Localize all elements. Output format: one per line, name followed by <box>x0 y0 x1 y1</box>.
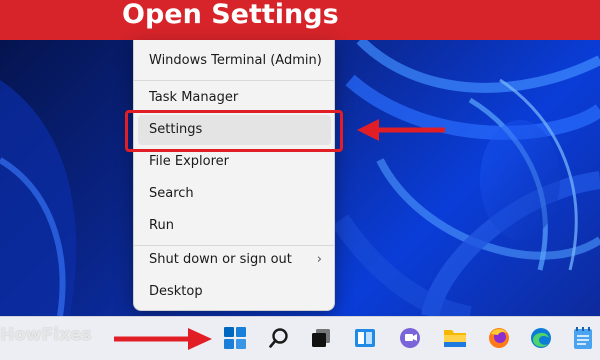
teams-chat-icon[interactable] <box>395 323 425 353</box>
arrow-to-settings-icon <box>357 119 445 141</box>
firefox-icon[interactable] <box>484 323 514 353</box>
task-view-icon[interactable] <box>306 323 336 353</box>
menu-item-label: Task Manager <box>149 90 239 105</box>
menu-item-label: Run <box>149 218 174 233</box>
menu-item-shut-down-or-sign-out[interactable]: Shut down or sign out › <box>138 245 331 275</box>
title-banner: Open Settings <box>0 0 600 40</box>
start-icon[interactable] <box>220 323 250 353</box>
menu-item-label: File Explorer <box>149 154 230 169</box>
edge-icon[interactable] <box>526 323 556 353</box>
notepad-icon[interactable] <box>568 323 598 353</box>
menu-item-label: Shut down or sign out <box>149 252 292 267</box>
chevron-right-icon: › <box>316 252 322 267</box>
start-context-menu: Windows Terminal (Admin) Task Manager Se… <box>133 40 335 311</box>
widgets-icon[interactable] <box>350 323 380 353</box>
watermark: HowFixes <box>0 325 92 345</box>
menu-item-label: Search <box>149 186 194 201</box>
menu-item-task-manager[interactable]: Task Manager <box>138 83 331 113</box>
menu-item-windows-terminal-admin[interactable]: Windows Terminal (Admin) <box>138 46 331 76</box>
menu-item-run[interactable]: Run <box>138 211 331 241</box>
arrow-to-start-icon <box>114 328 212 350</box>
menu-separator <box>134 80 334 81</box>
file-explorer-icon[interactable] <box>440 323 470 353</box>
menu-item-label: Windows Terminal (Admin) <box>149 53 322 68</box>
banner-title: Open Settings <box>122 0 339 30</box>
menu-item-search[interactable]: Search <box>138 179 331 209</box>
menu-item-label: Desktop <box>149 284 203 299</box>
search-icon[interactable] <box>264 323 294 353</box>
menu-item-desktop[interactable]: Desktop <box>138 277 331 307</box>
taskbar: HowFixes <box>0 316 600 360</box>
settings-highlight-box <box>125 110 343 152</box>
